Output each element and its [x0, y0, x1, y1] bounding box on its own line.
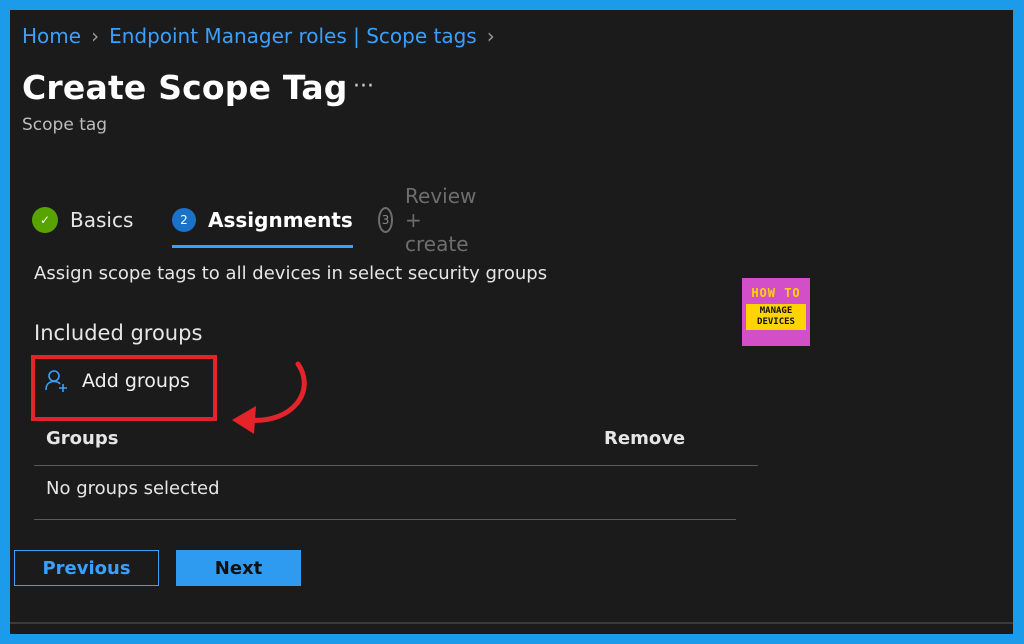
step-number-icon: 3 — [378, 207, 394, 233]
page-title: Create Scope Tag — [22, 68, 348, 107]
tab-assignments[interactable]: 2 Assignments — [172, 196, 353, 248]
watermark-line2a: MANAGE — [759, 306, 793, 316]
tab-review-create[interactable]: 3 Review + create — [378, 184, 487, 256]
checkmark-icon: ✓ — [32, 207, 58, 233]
chevron-right-icon: › — [91, 24, 100, 48]
breadcrumb: Home › Endpoint Manager roles | Scope ta… — [22, 24, 495, 48]
chevron-right-icon: › — [486, 24, 495, 48]
watermark-line1: HOW TO — [751, 286, 801, 300]
included-groups-heading: Included groups — [34, 321, 203, 345]
portal-window: Home › Endpoint Manager roles | Scope ta… — [10, 10, 1013, 634]
watermark-logo: HOW TO MANAGE DEVICES — [742, 278, 810, 346]
highlight-box — [31, 355, 217, 421]
groups-column-header: Groups — [46, 428, 119, 449]
tab-assignments-label: Assignments — [208, 208, 353, 232]
page-subtitle: Scope tag — [22, 115, 108, 135]
empty-table-message: No groups selected — [46, 478, 220, 499]
remove-column-header: Remove — [604, 428, 686, 449]
breadcrumb-home-link[interactable]: Home — [22, 24, 81, 48]
assignment-description: Assign scope tags to all devices in sele… — [34, 263, 548, 284]
previous-button[interactable]: Previous — [14, 550, 159, 586]
active-tab-indicator — [172, 245, 353, 248]
table-header-divider — [34, 465, 758, 466]
arrow-pointer-icon — [232, 361, 307, 434]
tab-basics[interactable]: ✓ Basics — [32, 196, 133, 244]
table-bottom-divider — [34, 519, 736, 520]
breadcrumb-scope-tags-link[interactable]: Endpoint Manager roles | Scope tags — [109, 24, 477, 48]
watermark-line2: MANAGE DEVICES — [746, 304, 806, 330]
more-options-icon[interactable]: ··· — [353, 74, 374, 99]
next-button[interactable]: Next — [176, 550, 301, 586]
tab-review-label: Review + create — [405, 184, 477, 256]
bottom-divider — [10, 622, 1013, 624]
tab-basics-label: Basics — [70, 208, 134, 232]
step-number-icon: 2 — [172, 208, 196, 232]
watermark-line2b: DEVICES — [757, 317, 795, 327]
